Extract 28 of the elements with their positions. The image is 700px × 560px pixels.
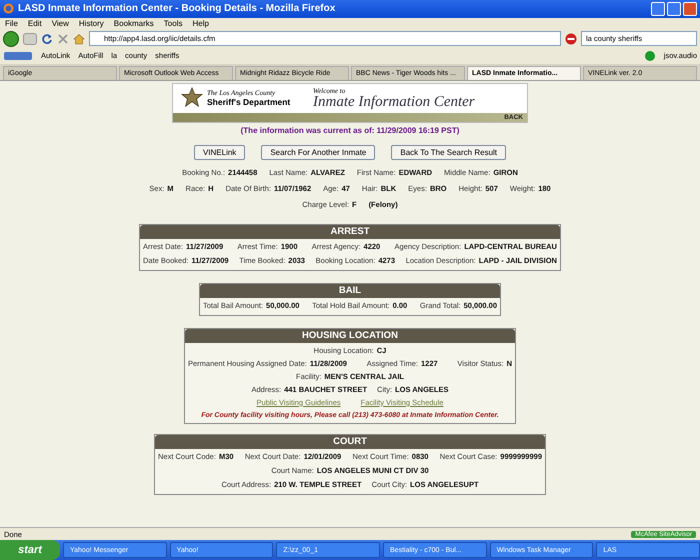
menu-item[interactable]: Bookmarks	[114, 19, 154, 28]
maximize-button[interactable]	[667, 2, 681, 16]
menu-item[interactable]: View	[52, 19, 69, 28]
section-title: BAIL	[200, 284, 500, 298]
info-line: (The information was current as of: 11/29/2009 16:19 PST)	[240, 126, 460, 135]
menu-item[interactable]: History	[78, 19, 104, 28]
page-button[interactable]: Back To The Search Result	[391, 144, 506, 160]
agency-name: Sheriff's Department	[207, 97, 292, 108]
minimize-button[interactable]	[651, 2, 665, 16]
section-title: ARREST	[140, 224, 560, 239]
menu-item[interactable]: Edit	[28, 19, 42, 28]
reload-icon[interactable]	[41, 32, 53, 45]
globe-icon	[3, 3, 14, 14]
star-badge-icon	[181, 87, 203, 110]
window-title: LASD Inmate Information Center - Booking Details - Mozilla Firefox	[18, 3, 336, 14]
banner-title: Inmate Information Center	[313, 94, 475, 110]
menu-item[interactable]: File	[5, 19, 18, 28]
menu-item[interactable]: Tools	[164, 19, 182, 28]
menu-item[interactable]: Help	[192, 19, 209, 28]
status-dot-icon	[644, 50, 656, 62]
close-button[interactable]	[683, 2, 697, 16]
section-title: HOUSING LOCATION	[185, 328, 515, 343]
section-title: COURT	[155, 434, 545, 449]
home-icon[interactable]	[73, 32, 85, 45]
back-button[interactable]	[3, 30, 19, 47]
start-button[interactable]: start	[0, 540, 60, 560]
page-button[interactable]: Search For Another Inmate	[261, 144, 376, 160]
page-button[interactable]: VINELink	[194, 144, 246, 160]
